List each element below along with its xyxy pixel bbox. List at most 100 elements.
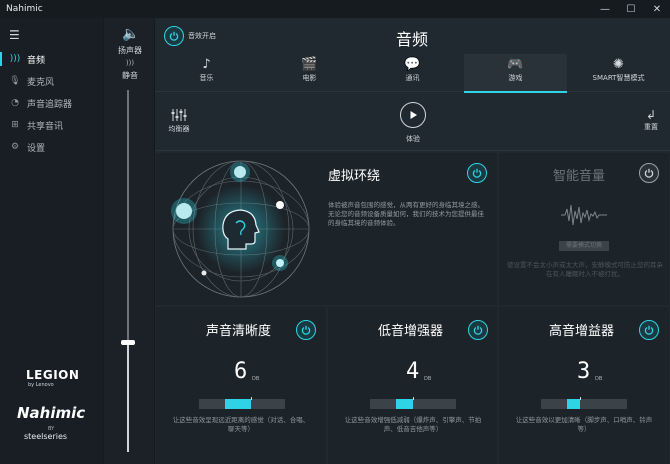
- experience-play-button[interactable]: [400, 102, 426, 128]
- smart-volume-panel: 智能音量 需要模式切换 使设置不会太小声或太大声，安静模式可防止您的耳朵在有人睡…: [499, 153, 669, 305]
- sound-tracker-icon: ◔: [11, 98, 19, 108]
- reset-arrow-icon: ↲: [645, 108, 657, 122]
- power-icon: [644, 325, 654, 335]
- sidebar-item-share[interactable]: ⊞ 共享音讯: [0, 115, 103, 135]
- experience-label: 体验: [406, 135, 420, 143]
- treble-slider-fill: [567, 399, 580, 409]
- sidebar-item-microphone[interactable]: 🎙 麦克风: [0, 71, 103, 91]
- surround-description: 体验被声音包围的感觉，从两有更好的身临其境之感。无论您的音频设备质量如何，我们的…: [328, 201, 484, 227]
- sound-wave-icon: ))): [125, 59, 135, 67]
- surround-sphere-illustration: [171, 160, 310, 298]
- sidebar-item-label: 设置: [27, 143, 46, 154]
- close-button[interactable]: ✕: [644, 0, 670, 18]
- page-title: 音频: [396, 30, 429, 49]
- tab-label: 音乐: [199, 74, 214, 82]
- sidebar-item-settings[interactable]: ⚙ 设置: [0, 137, 103, 157]
- legion-logo: LEGION: [26, 368, 80, 382]
- treble-unit: DB: [595, 376, 603, 382]
- bass-caption: 让这些音效增强低减弱（爆炸声、引擎声、节拍声、低音吉他声等）: [344, 416, 482, 433]
- bass-slider[interactable]: [370, 397, 456, 409]
- share-icon: ⊞: [11, 120, 19, 130]
- clarity-caption: 让这些音效呈现远近距离的感觉（对话、合唱、聊天等）: [172, 416, 310, 433]
- power-icon: [169, 31, 179, 41]
- sidebar-item-sound-tracker[interactable]: ◔ 声音追踪器: [0, 93, 103, 113]
- sidebar-item-label: 声音追踪器: [27, 99, 73, 110]
- smart-volume-preset-button[interactable]: 需要模式切换: [559, 241, 609, 251]
- bass-power-button[interactable]: [468, 320, 488, 340]
- microphone-icon: 🎙: [9, 76, 21, 86]
- volume-column: 🔈 扬声器 ))) 静音: [103, 18, 155, 464]
- tab-label: 游戏: [508, 74, 523, 82]
- bass-title: 低音增强器: [378, 324, 444, 339]
- nahimic-logo: Nahimic: [17, 404, 86, 422]
- effect-power-button[interactable]: [164, 26, 184, 46]
- steelseries-logo: steelseries: [24, 432, 68, 441]
- treble-power-button[interactable]: [639, 320, 659, 340]
- equalizer-button[interactable]: 均衡器: [164, 108, 194, 134]
- surround-title: 虚拟环绕: [328, 169, 381, 184]
- app-window: Nahimic — ☐ ✕ ☰ ))) 音频 🎙 麦克风 ◔ 声音追踪器 ⊞ 共…: [0, 0, 670, 464]
- clarity-unit: DB: [252, 376, 260, 382]
- mute-label[interactable]: 静音: [104, 70, 156, 81]
- bass-unit: DB: [424, 376, 432, 382]
- bass-slider-marker: [413, 397, 414, 400]
- hamburger-icon[interactable]: ☰: [9, 28, 20, 42]
- sidebar-item-label: 共享音讯: [27, 121, 64, 132]
- title-bar: Nahimic — ☐ ✕: [0, 0, 670, 18]
- tab-label: 通讯: [405, 74, 420, 82]
- treble-slider[interactable]: [541, 397, 627, 409]
- clarity-slider-fill: [225, 399, 251, 409]
- volume-slider-thumb[interactable]: [121, 340, 135, 345]
- clarity-value: 6: [234, 359, 248, 384]
- effect-toggle-label: 音效开启: [188, 32, 216, 40]
- power-icon: [473, 325, 483, 335]
- treble-panel: 高音增益器 3 DB 让这些音效以更加清晰（脚步声、口哨声、铃声等）: [499, 307, 669, 464]
- smart-brain-icon: ✺: [613, 57, 624, 72]
- treble-caption: 让这些音效以更加清晰（脚步声、口哨声、铃声等）: [515, 416, 653, 433]
- tab-communication[interactable]: 💬 通讯: [361, 54, 464, 92]
- clarity-power-button[interactable]: [296, 320, 316, 340]
- maximize-button[interactable]: ☐: [618, 0, 644, 18]
- tab-smart-mode[interactable]: ✺ SMART智慧模式: [567, 54, 670, 92]
- reset-button[interactable]: ↲ 重置: [636, 108, 666, 132]
- treble-title: 高音增益器: [549, 324, 615, 339]
- clarity-panel: 声音清晰度 6 DB 让这些音效呈现远近距离的感觉（对话、合唱、聊天等）: [156, 307, 326, 464]
- power-icon: [472, 168, 482, 178]
- audio-wave-icon: ))): [9, 54, 21, 64]
- smart-volume-title: 智能音量: [553, 169, 606, 184]
- chat-bubble-icon: 💬: [404, 57, 421, 72]
- smart-volume-power-button[interactable]: [639, 163, 659, 183]
- clapperboard-icon: 🎬: [301, 57, 318, 72]
- virtual-surround-panel: 虚拟环绕 体验被声音包围的感觉，从两有更好的身临其境之感。无论您的音频设备质量如…: [156, 153, 497, 305]
- clarity-slider[interactable]: [199, 397, 285, 409]
- treble-value: 3: [577, 359, 591, 384]
- clarity-slider-marker: [251, 397, 252, 400]
- sidebar: ☰ ))) 音频 🎙 麦克风 ◔ 声音追踪器 ⊞ 共享音讯 ⚙ 设置: [0, 18, 103, 464]
- power-icon: [644, 168, 654, 178]
- tab-music[interactable]: ♪ 音乐: [155, 54, 258, 92]
- lenovo-sub-logo: by Lenovo: [28, 382, 54, 388]
- app-title: Nahimic: [6, 4, 43, 14]
- treble-slider-marker: [580, 397, 581, 400]
- minimize-button[interactable]: —: [592, 0, 618, 18]
- volume-slider-fill: [127, 342, 129, 452]
- speaker-icon[interactable]: 🔈: [122, 26, 139, 42]
- tab-label: 电影: [302, 74, 317, 82]
- gear-icon: ⚙: [10, 142, 20, 152]
- sidebar-item-audio[interactable]: ))) 音频: [0, 49, 103, 69]
- sidebar-item-label: 音频: [27, 55, 46, 66]
- reset-label: 重置: [644, 123, 658, 131]
- bass-slider-fill: [396, 399, 413, 409]
- smart-volume-description: 使设置不会太小声或太大声，安静模式可防止您的耳朵在有人睡眠时入不被打扰。: [507, 261, 663, 278]
- bass-value: 4: [406, 359, 420, 384]
- tab-movie[interactable]: 🎬 电影: [258, 54, 361, 92]
- power-icon: [301, 325, 311, 335]
- tab-bar: ♪ 音乐 🎬 电影 💬 通讯 🎮 游戏 ✺ SMART智慧模式: [155, 54, 670, 93]
- sidebar-item-label: 麦克风: [27, 77, 55, 88]
- bass-panel: 低音增强器 4 DB 让这些音效增强低减弱（爆炸声、引擎声、节拍声、低音吉他声等…: [328, 307, 497, 464]
- clarity-title: 声音清晰度: [206, 324, 272, 339]
- surround-power-button[interactable]: [467, 163, 487, 183]
- tab-gaming[interactable]: 🎮 游戏: [464, 54, 567, 93]
- equalizer-icon: [171, 109, 187, 121]
- music-note-icon: ♪: [202, 57, 211, 72]
